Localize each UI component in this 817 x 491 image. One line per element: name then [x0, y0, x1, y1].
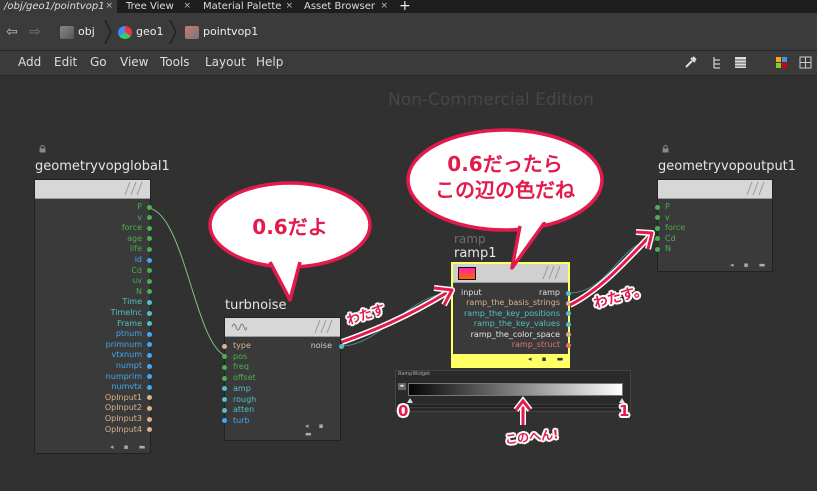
bubble-text-2-line2: この辺の色だね: [435, 178, 575, 202]
annotation-one: 1: [619, 402, 630, 420]
bubble-text-2: 0.6だったら この辺の色だね: [418, 151, 592, 203]
bubble-text-1: 0.6だよ: [252, 215, 328, 239]
annotation-zero: 0: [398, 402, 409, 420]
annotation-layer: [208, 128, 655, 425]
bubble-text-2-line1: 0.6だったら: [447, 152, 563, 176]
speech-bubble-1: [208, 181, 372, 302]
arrow-here: [513, 396, 533, 425]
